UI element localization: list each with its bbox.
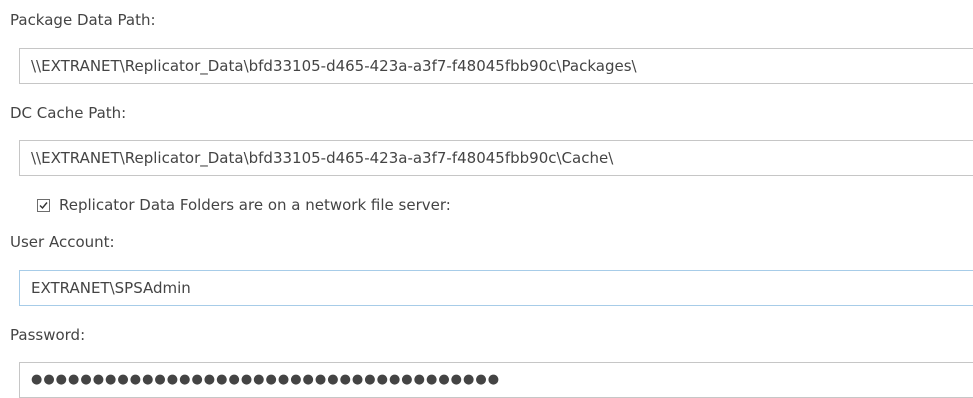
user-account-field[interactable]: EXTRANET\SPSAdmin (19, 270, 973, 306)
network-file-server-checkbox[interactable] (37, 198, 50, 212)
dc-cache-path-field[interactable]: \\EXTRANET\Replicator_Data\bfd33105-d465… (19, 140, 973, 176)
dc-cache-path-label: DC Cache Path: (10, 104, 127, 122)
package-data-path-label: Package Data Path: (10, 11, 156, 29)
package-data-path-field[interactable]: \\EXTRANET\Replicator_Data\bfd33105-d465… (19, 48, 973, 84)
password-label: Password: (10, 326, 86, 344)
network-file-server-row[interactable]: Replicator Data Folders are on a network… (37, 195, 451, 215)
user-account-label: User Account: (10, 233, 115, 251)
password-field[interactable]: ●●●●●●●●●●●●●●●●●●●●●●●●●●●●●●●●●●●●●● (19, 362, 973, 398)
checkmark-icon (39, 201, 48, 209)
network-file-server-label: Replicator Data Folders are on a network… (59, 196, 451, 214)
